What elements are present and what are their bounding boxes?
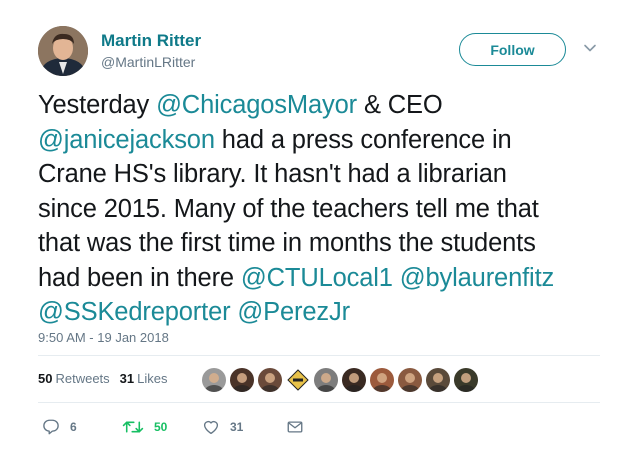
reply-count: 6 [70, 420, 77, 434]
likes-count: 31 [119, 371, 135, 386]
author-info: Martin Ritter @MartinLRitter [101, 31, 201, 71]
envelope-icon [287, 421, 303, 433]
tweet-text-segment: Yesterday [38, 91, 157, 119]
liker-avatar-7[interactable] [370, 368, 394, 392]
mention-link[interactable]: @bylaurenfitz [400, 264, 554, 292]
liker-avatar-3[interactable] [258, 368, 282, 392]
tweet-text-segment: & CEO [357, 91, 443, 119]
tweet-text-segment: since 2015. Many of the teachers tell me… [38, 194, 539, 223]
tweet-text-segment [393, 264, 400, 292]
liker-photo [370, 368, 394, 392]
retweet-button[interactable]: 50 [122, 418, 202, 436]
divider [38, 355, 600, 356]
liker-avatar-5[interactable] [314, 368, 338, 392]
liker-photo [454, 368, 478, 392]
follow-button[interactable]: Follow [459, 33, 566, 66]
heart-icon [203, 420, 219, 435]
liker-photo [230, 368, 254, 392]
tweet-text-line: @SSKedreporter @PerezJr [38, 295, 618, 330]
direct-message-button[interactable] [286, 418, 304, 436]
like-count: 31 [230, 420, 244, 434]
liker-avatar-2[interactable] [230, 368, 254, 392]
tweet-text-segment: had a press conference in [214, 125, 512, 154]
divider [38, 402, 600, 403]
liker-photo [398, 368, 422, 392]
tweet-text: Yesterday @ChicagosMayor & CEO @janicejac… [38, 88, 618, 330]
tweet-text-line: had been in there @CTULocal1 @bylaurenfi… [38, 261, 618, 296]
liker-avatar-8[interactable] [398, 368, 422, 392]
liker-photo [314, 368, 338, 392]
mention-link[interactable]: @ChicagosMayor [156, 91, 357, 119]
liker-photo [426, 368, 450, 392]
mention-link[interactable]: @PerezJr [237, 298, 350, 326]
tweet-stats: 50 Retweets 31 Likes [38, 371, 168, 386]
likes-stat[interactable]: 31 Likes [120, 371, 168, 386]
tweet-text-line: @janicejackson had a press conference in [38, 123, 618, 158]
liker-avatar-4[interactable] [286, 368, 310, 392]
tweet-text-line: Crane HS's library. It hasn't had a libr… [38, 157, 618, 192]
author-handle[interactable]: @MartinLRitter [101, 53, 201, 71]
author-avatar-image [38, 26, 88, 76]
liker-avatar-6[interactable] [342, 368, 366, 392]
retweet-icon [122, 421, 144, 433]
likes-label: Likes [137, 371, 168, 386]
tweet-actions: 6 50 31 [42, 418, 304, 436]
chevron-down-icon[interactable] [582, 40, 598, 56]
tweet-text-segment: that was the first time in months the st… [38, 229, 536, 257]
author-avatar[interactable] [38, 26, 88, 76]
mention-link[interactable]: @CTULocal1 [241, 264, 393, 292]
liker-badge-icon [286, 368, 310, 392]
liker-photo [342, 368, 366, 392]
retweets-stat[interactable]: 50 Retweets [38, 371, 110, 386]
tweet-text-line: that was the first time in months the st… [38, 226, 618, 261]
tweet-text-segment: had been in there [38, 263, 241, 292]
liker-avatar-9[interactable] [426, 368, 450, 392]
like-button[interactable]: 31 [202, 418, 286, 436]
mention-link[interactable]: @SSKedreporter [38, 298, 231, 326]
retweets-label: Retweets [55, 371, 110, 386]
retweets-count: 50 [38, 371, 53, 386]
liker-photo [258, 368, 282, 392]
mention-link[interactable]: @janicejackson [38, 126, 215, 154]
liker-avatars [202, 368, 478, 392]
liker-photo [202, 368, 226, 392]
liker-avatar-10[interactable] [454, 368, 478, 392]
tweet-timestamp[interactable]: 9:50 AM - 19 Jan 2018 [38, 330, 169, 345]
author-name[interactable]: Martin Ritter [101, 31, 201, 51]
tweet-text-line: since 2015. Many of the teachers tell me… [38, 192, 618, 227]
tweet-text-line: Yesterday @ChicagosMayor & CEO [38, 88, 618, 123]
reply-button[interactable]: 6 [42, 418, 122, 436]
liker-avatar-1[interactable] [202, 368, 226, 392]
reply-icon [43, 419, 59, 435]
retweet-count: 50 [154, 420, 168, 434]
tweet-text-segment: Crane HS's library. It hasn't had a libr… [38, 160, 507, 188]
tweet-card: Martin Ritter @MartinLRitter Follow Yest… [0, 0, 633, 463]
